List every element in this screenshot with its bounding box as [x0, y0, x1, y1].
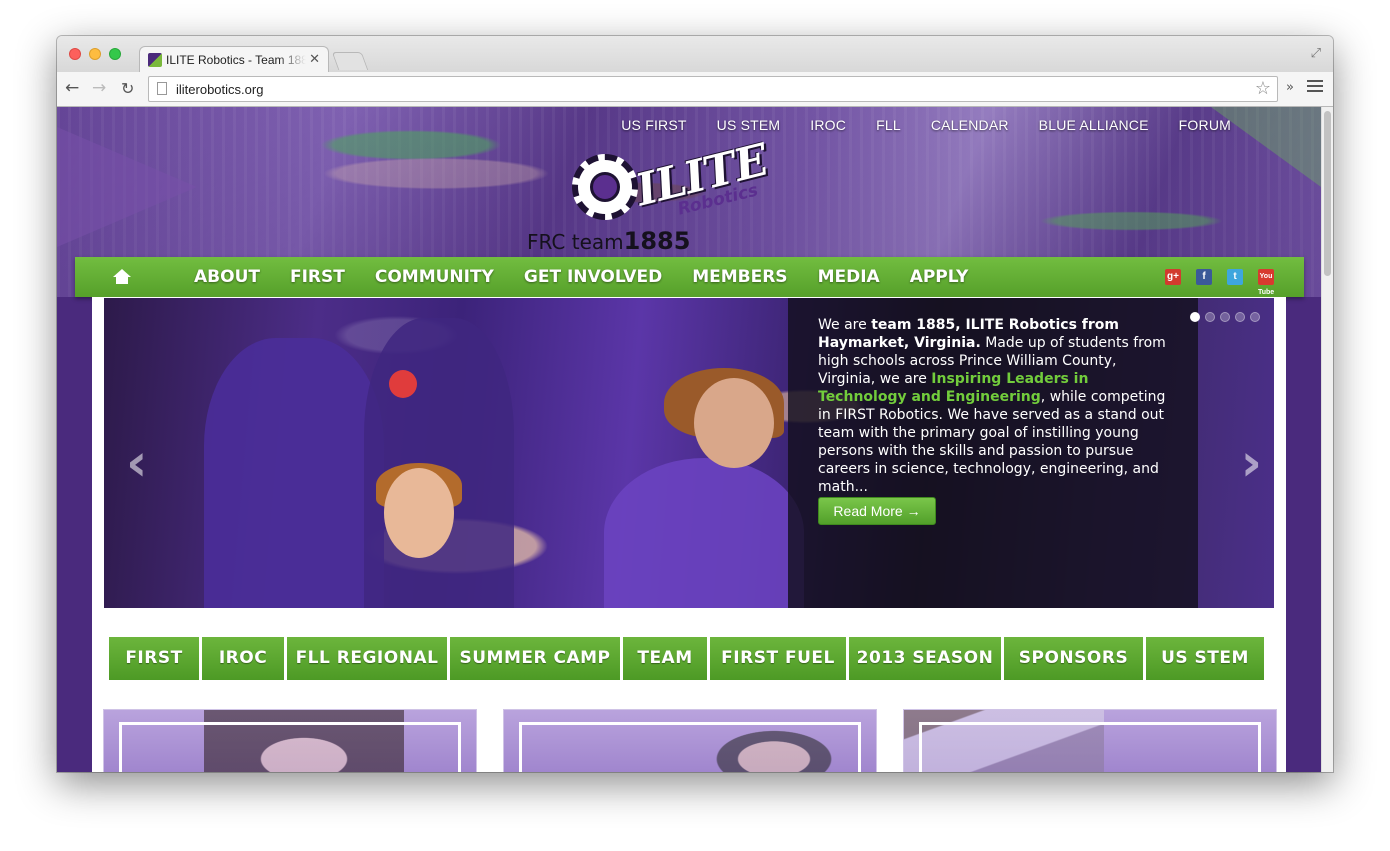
top-link-us-stem[interactable]: US STEM	[717, 117, 781, 133]
slider-next-arrow-icon[interactable]: ›	[1241, 433, 1262, 493]
quick-link-us-stem[interactable]: US STEM	[1146, 637, 1264, 680]
quick-link-sponsors[interactable]: SPONSORS	[1004, 637, 1143, 680]
bookmark-star-icon[interactable]: ☆	[1255, 78, 1271, 99]
social-links: g+ f t You Tube	[1165, 269, 1274, 296]
site-logo[interactable]: ILITE Robotics FRC team1885	[527, 132, 797, 257]
quick-link-bar: FIRST IROC FLL REGIONAL SUMMER CAMP TEAM…	[109, 637, 1267, 680]
card-frame	[119, 722, 461, 772]
card-frame	[519, 722, 861, 772]
minimize-window-button[interactable]	[89, 48, 101, 60]
feature-card[interactable]	[104, 710, 476, 772]
slider-dot[interactable]	[1235, 312, 1245, 322]
tab-close-icon[interactable]: ✕	[309, 51, 320, 67]
top-link-iroc[interactable]: IROC	[810, 117, 846, 133]
new-tab-button[interactable]	[331, 52, 369, 70]
slide-photo	[384, 468, 454, 558]
slide-photo	[204, 338, 384, 608]
close-window-button[interactable]	[69, 48, 81, 60]
slide-photo	[604, 458, 804, 608]
nav-item-media[interactable]: MEDIA	[803, 257, 895, 297]
tab-title: ILITE Robotics - Team 1885 fro	[166, 53, 306, 67]
slider-prev-arrow-icon[interactable]: ‹	[126, 433, 147, 493]
quick-link-2013-season[interactable]: 2013 SEASON	[849, 637, 1001, 680]
slide-photo	[389, 370, 417, 398]
gear-icon	[572, 154, 638, 220]
page-scrollbar[interactable]	[1321, 107, 1333, 772]
site-favicon-icon	[148, 53, 162, 67]
google-plus-icon[interactable]: g+	[1165, 269, 1181, 285]
feature-card[interactable]	[904, 710, 1276, 772]
nav-item-get-involved[interactable]: GET INVOLVED	[509, 257, 677, 297]
home-icon[interactable]	[113, 269, 131, 285]
url-text[interactable]: iliterobotics.org	[176, 82, 263, 97]
quick-link-first-fuel[interactable]: FIRST FUEL	[710, 637, 846, 680]
back-arrow-icon[interactable]: ←	[65, 78, 79, 98]
card-frame	[919, 722, 1261, 772]
top-link-forum[interactable]: FORUM	[1179, 117, 1231, 133]
hamburger-menu-icon[interactable]	[1307, 80, 1323, 94]
quick-link-fll-regional[interactable]: FLL REGIONAL	[287, 637, 447, 680]
read-more-button[interactable]: Read More →	[818, 497, 936, 525]
slider-dots	[1190, 312, 1260, 322]
facebook-icon[interactable]: f	[1196, 269, 1212, 285]
slide-caption: We are team 1885, ILITE Robotics from Ha…	[788, 298, 1198, 608]
nav-item-first[interactable]: FIRST	[275, 257, 360, 297]
browser-toolbar: ← → ↻ iliterobotics.org ☆ »	[57, 72, 1333, 107]
slide-photo	[364, 318, 514, 608]
twitter-icon[interactable]: t	[1227, 269, 1243, 285]
address-bar[interactable]: iliterobotics.org ☆	[148, 76, 1278, 102]
nav-item-apply[interactable]: APPLY	[895, 257, 984, 297]
scrollbar-thumb[interactable]	[1324, 111, 1331, 276]
slide-photo	[694, 378, 774, 468]
browser-tab[interactable]: ILITE Robotics - Team 1885 fro ✕	[139, 46, 329, 72]
browser-window: ILITE Robotics - Team 1885 fro ✕ ⤢ ← → ↻…	[57, 36, 1333, 772]
page-viewport: US FIRST US STEM IROC FLL CALENDAR BLUE …	[57, 107, 1333, 772]
extensions-chevron-icon[interactable]: »	[1286, 80, 1294, 95]
quick-link-summer-camp[interactable]: SUMMER CAMP	[450, 637, 620, 680]
slider-dot[interactable]	[1220, 312, 1230, 322]
hero-slider: ‹ › We are team 1885, ILITE Robotics fro…	[104, 298, 1274, 608]
slider-dot[interactable]	[1205, 312, 1215, 322]
nav-item-about[interactable]: ABOUT	[179, 257, 275, 297]
main-nav-items: ABOUT FIRST COMMUNITY GET INVOLVED MEMBE…	[179, 257, 983, 297]
site-header: US FIRST US STEM IROC FLL CALENDAR BLUE …	[57, 107, 1321, 297]
caption-intro: We are	[818, 317, 872, 333]
logo-team-prefix: FRC team	[527, 230, 624, 254]
fullscreen-icon[interactable]: ⤢	[1311, 46, 1321, 61]
nav-item-community[interactable]: COMMUNITY	[360, 257, 509, 297]
top-link-fll[interactable]: FLL	[876, 117, 901, 133]
decorative-triangle	[57, 127, 197, 247]
top-link-blue-alliance[interactable]: BLUE ALLIANCE	[1039, 117, 1149, 133]
logo-team-line: FRC team1885	[527, 227, 690, 255]
reload-icon[interactable]: ↻	[121, 79, 134, 98]
top-links: US FIRST US STEM IROC FLL CALENDAR BLUE …	[621, 117, 1231, 133]
zoom-window-button[interactable]	[109, 48, 121, 60]
feature-card[interactable]	[504, 710, 876, 772]
youtube-icon[interactable]: You Tube	[1258, 269, 1274, 296]
quick-link-team[interactable]: TEAM	[623, 637, 707, 680]
quick-link-first[interactable]: FIRST	[109, 637, 199, 680]
slider-dot[interactable]	[1190, 312, 1200, 322]
content-area: ‹ › We are team 1885, ILITE Robotics fro…	[92, 297, 1286, 772]
caption-text: We are team 1885, ILITE Robotics from Ha…	[818, 316, 1168, 496]
top-link-calendar[interactable]: CALENDAR	[931, 117, 1009, 133]
slider-dot[interactable]	[1250, 312, 1260, 322]
forward-arrow-icon[interactable]: →	[92, 78, 106, 98]
top-link-us-first[interactable]: US FIRST	[621, 117, 686, 133]
page-icon	[157, 82, 167, 95]
quick-link-iroc[interactable]: IROC	[202, 637, 284, 680]
logo-team-number: 1885	[623, 227, 691, 255]
nav-item-members[interactable]: MEMBERS	[677, 257, 802, 297]
title-bar: ILITE Robotics - Team 1885 fro ✕ ⤢	[57, 36, 1333, 72]
main-nav: ABOUT FIRST COMMUNITY GET INVOLVED MEMBE…	[75, 257, 1304, 297]
